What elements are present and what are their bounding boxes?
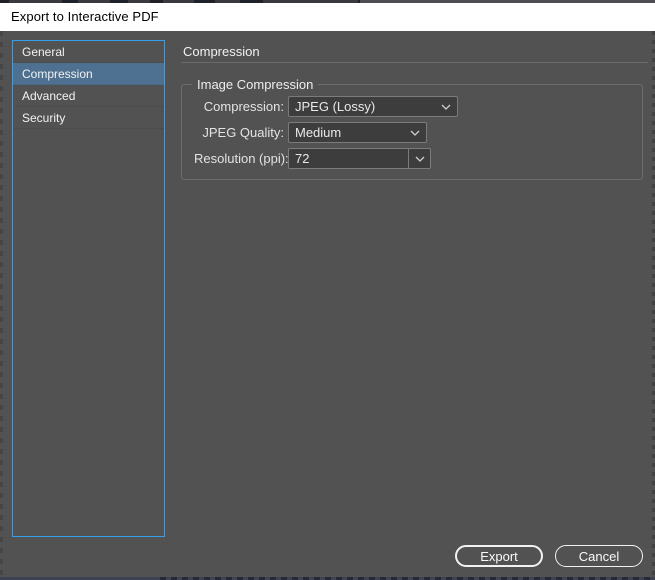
- jpeg-quality-dropdown[interactable]: Medium: [288, 122, 427, 143]
- heading-separator: [181, 62, 648, 63]
- sidebar-item-advanced[interactable]: Advanced: [13, 85, 164, 107]
- dropdown-value: JPEG (Lossy): [295, 99, 376, 114]
- dropdown-value: Medium: [295, 125, 342, 140]
- resolution-label: Resolution (ppi):: [194, 151, 289, 166]
- group-legend: Image Compression: [192, 77, 319, 92]
- background-app-sliver-left: [0, 31, 3, 577]
- category-list: General Compression Advanced Security: [12, 40, 165, 537]
- compression-dropdown[interactable]: JPEG (Lossy): [288, 96, 458, 117]
- chevron-down-icon: [404, 123, 426, 142]
- sidebar-item-label: Compression: [22, 66, 93, 81]
- sidebar-item-general[interactable]: General: [13, 41, 164, 63]
- resolution-combobox[interactable]: 72: [288, 148, 431, 169]
- combobox-value: 72: [295, 151, 310, 166]
- dialog-body: General Compression Advanced Security Co…: [0, 31, 655, 577]
- jpeg-quality-label: JPEG Quality:: [202, 125, 284, 140]
- window-title: Export to Interactive PDF: [11, 9, 159, 25]
- jpeg-quality-field-row: JPEG Quality: Medium: [194, 122, 427, 143]
- sidebar-item-security[interactable]: Security: [13, 107, 164, 129]
- resolution-field-row: Resolution (ppi): 72: [194, 148, 431, 169]
- export-button[interactable]: Export: [455, 545, 543, 567]
- compression-label: Compression:: [203, 99, 284, 114]
- chevron-down-icon[interactable]: [408, 149, 430, 168]
- sidebar-item-compression[interactable]: Compression: [13, 63, 164, 85]
- export-interactive-pdf-dialog: Export to Interactive PDF General Compre…: [0, 0, 655, 580]
- image-compression-group: Image Compression Compression: JPEG (Los…: [181, 77, 643, 180]
- sidebar-item-label: Security: [22, 110, 66, 125]
- page-title: Compression: [183, 44, 260, 59]
- compression-field-row: Compression: JPEG (Lossy): [194, 96, 458, 117]
- chevron-down-icon: [435, 97, 457, 116]
- window-titlebar[interactable]: Export to Interactive PDF: [0, 2, 655, 31]
- sidebar-item-label: General: [22, 44, 65, 59]
- cancel-button[interactable]: Cancel: [555, 545, 643, 567]
- sidebar-item-label: Advanced: [22, 88, 76, 103]
